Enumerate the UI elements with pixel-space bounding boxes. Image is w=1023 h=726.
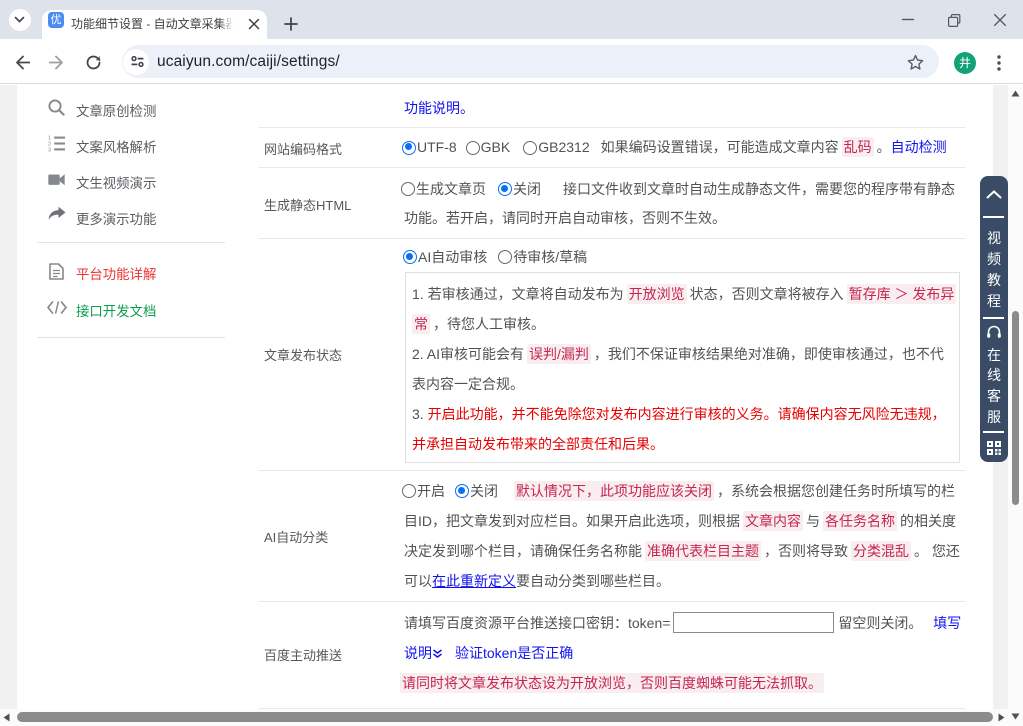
svg-text:3: 3 xyxy=(48,147,51,152)
